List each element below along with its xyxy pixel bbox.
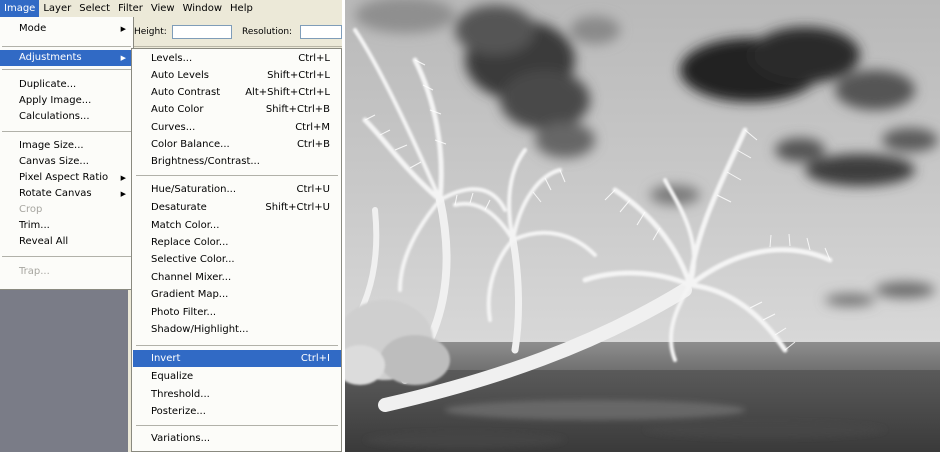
menu-item-trim[interactable]: Trim... (0, 218, 133, 234)
adj-item-posterize[interactable]: Posterize... (133, 403, 341, 420)
menu-select[interactable]: Select (75, 0, 114, 17)
adj-item-invert[interactable]: Invert Ctrl+I (133, 350, 341, 367)
adj-item-shortcut: Ctrl+B (296, 139, 330, 150)
adj-item-photo-filter[interactable]: Photo Filter... (133, 304, 341, 321)
adj-item-label: Variations... (151, 433, 211, 444)
menu-separator (136, 345, 338, 346)
adj-item-label: Auto Contrast (151, 87, 221, 98)
adj-item-threshold[interactable]: Threshold... (133, 386, 341, 403)
adj-item-label: Threshold... (151, 389, 210, 400)
adj-item-shadow-highlight[interactable]: Shadow/Highlight... (133, 321, 341, 338)
adj-item-brightness-contrast[interactable]: Brightness/Contrast... (133, 153, 341, 170)
submenu-arrow-icon: ▶ (120, 54, 126, 62)
menu-separator (2, 256, 131, 257)
image-menu: Mode ▶ Adjustments ▶ Duplicate... Apply … (0, 17, 134, 290)
menu-item-canvas-size[interactable]: Canvas Size... (0, 154, 133, 170)
menu-separator (136, 175, 338, 176)
height-label: Height: (134, 27, 167, 37)
menu-item-trap: Trap... (19, 266, 50, 277)
adj-item-gradient-map[interactable]: Gradient Map... (133, 286, 341, 303)
menu-separator (2, 46, 131, 47)
adj-item-label: Levels... (151, 53, 193, 64)
adj-item-shortcut: Alt+Shift+Ctrl+L (245, 87, 330, 98)
adj-item-shortcut: Shift+Ctrl+L (267, 70, 330, 81)
submenu-arrow-icon: ▶ (120, 25, 126, 33)
adj-item-color-balance[interactable]: Color Balance... Ctrl+B (133, 136, 341, 153)
adj-item-label: Brightness/Contrast... (151, 156, 260, 167)
adj-item-shortcut: Ctrl+M (295, 122, 330, 133)
adj-item-desaturate[interactable]: Desaturate Shift+Ctrl+U (133, 199, 341, 216)
menu-item-crop: Crop (19, 204, 43, 215)
adj-item-label: Shadow/Highlight... (151, 324, 249, 335)
menu-item-label: Mode (19, 23, 47, 34)
menu-item-rotate-canvas[interactable]: Rotate Canvas ▶ (0, 186, 133, 202)
adj-item-label: Gradient Map... (151, 289, 229, 300)
menu-item-duplicate[interactable]: Duplicate... (0, 77, 133, 93)
adj-item-label: Channel Mixer... (151, 272, 232, 283)
menu-help[interactable]: Help (226, 0, 257, 17)
adj-item-label: Invert (151, 353, 181, 364)
menu-item-calculations[interactable]: Calculations... (0, 109, 133, 125)
height-field[interactable] (172, 25, 232, 39)
adj-item-label: Posterize... (151, 406, 206, 417)
adj-item-shortcut: Ctrl+U (296, 184, 331, 195)
adj-item-replace-color[interactable]: Replace Color... (133, 234, 341, 251)
adj-item-selective-color[interactable]: Selective Color... (133, 251, 341, 268)
adj-item-label: Hue/Saturation... (151, 184, 237, 195)
menu-item-label: Adjustments (19, 52, 82, 63)
submenu-arrow-icon: ▶ (120, 174, 126, 182)
menu-item-pixel-aspect-ratio[interactable]: Pixel Aspect Ratio ▶ (0, 170, 133, 186)
menu-bar: Image Layer Select Filter View Window He… (0, 0, 342, 17)
inverted-beach-photo (345, 0, 940, 452)
adj-item-shortcut: Ctrl+I (300, 353, 330, 364)
adj-item-label: Equalize (151, 371, 194, 382)
adj-item-label: Replace Color... (151, 237, 229, 248)
adj-item-match-color[interactable]: Match Color... (133, 217, 341, 234)
adjustments-submenu: Levels... Ctrl+L Auto Levels Shift+Ctrl+L … (131, 48, 342, 452)
adj-item-label: Auto Color (151, 104, 204, 115)
menu-image[interactable]: Image (0, 0, 40, 17)
adj-item-shortcut: Shift+Ctrl+B (265, 104, 330, 115)
adj-item-label: Photo Filter... (151, 307, 217, 318)
adj-item-shortcut: Shift+Ctrl+U (265, 202, 330, 213)
menu-item-reveal-all[interactable]: Reveal All (0, 234, 133, 250)
options-bar: Height: Resolution: (128, 17, 342, 47)
menu-view[interactable]: View (147, 0, 179, 17)
adj-item-label: Auto Levels (151, 70, 210, 81)
adj-item-shortcut: Ctrl+L (298, 53, 330, 64)
adj-item-label: Color Balance... (151, 139, 230, 150)
photo-illustration (345, 0, 940, 452)
adj-item-label: Desaturate (151, 202, 207, 213)
adj-item-channel-mixer[interactable]: Channel Mixer... (133, 269, 341, 286)
adj-item-variations[interactable]: Variations... (133, 430, 341, 447)
menu-item-label: Rotate Canvas (19, 188, 92, 199)
menu-item-label: Pixel Aspect Ratio (19, 172, 109, 183)
menu-window[interactable]: Window (179, 0, 226, 17)
adj-item-auto-levels[interactable]: Auto Levels Shift+Ctrl+L (133, 67, 341, 84)
menu-separator (136, 425, 338, 426)
resolution-field[interactable] (300, 25, 342, 39)
adj-item-label: Selective Color... (151, 254, 235, 265)
menu-filter[interactable]: Filter (114, 0, 147, 17)
adj-item-levels[interactable]: Levels... Ctrl+L (133, 50, 341, 67)
adj-item-label: Match Color... (151, 220, 220, 231)
adj-item-auto-contrast[interactable]: Auto Contrast Alt+Shift+Ctrl+L (133, 84, 341, 101)
adj-item-label: Curves... (151, 122, 196, 133)
menu-item-apply-image[interactable]: Apply Image... (0, 93, 133, 109)
submenu-arrow-icon: ▶ (120, 190, 126, 198)
adj-item-hue-saturation[interactable]: Hue/Saturation... Ctrl+U (133, 181, 341, 198)
adj-item-equalize[interactable]: Equalize (133, 368, 341, 385)
menu-item-adjustments[interactable]: Adjustments ▶ (0, 50, 133, 66)
menu-separator (2, 69, 131, 70)
resolution-label: Resolution: (242, 27, 293, 37)
menu-item-image-size[interactable]: Image Size... (0, 138, 133, 154)
workspace-background (0, 290, 128, 452)
adj-item-curves[interactable]: Curves... Ctrl+M (133, 119, 341, 136)
adj-item-auto-color[interactable]: Auto Color Shift+Ctrl+B (133, 101, 341, 118)
menu-separator (2, 131, 131, 132)
menu-layer[interactable]: Layer (39, 0, 75, 17)
photoshop-screenshot: Image Layer Select Filter View Window He… (0, 0, 342, 452)
menu-item-mode[interactable]: Mode ▶ (0, 21, 133, 37)
